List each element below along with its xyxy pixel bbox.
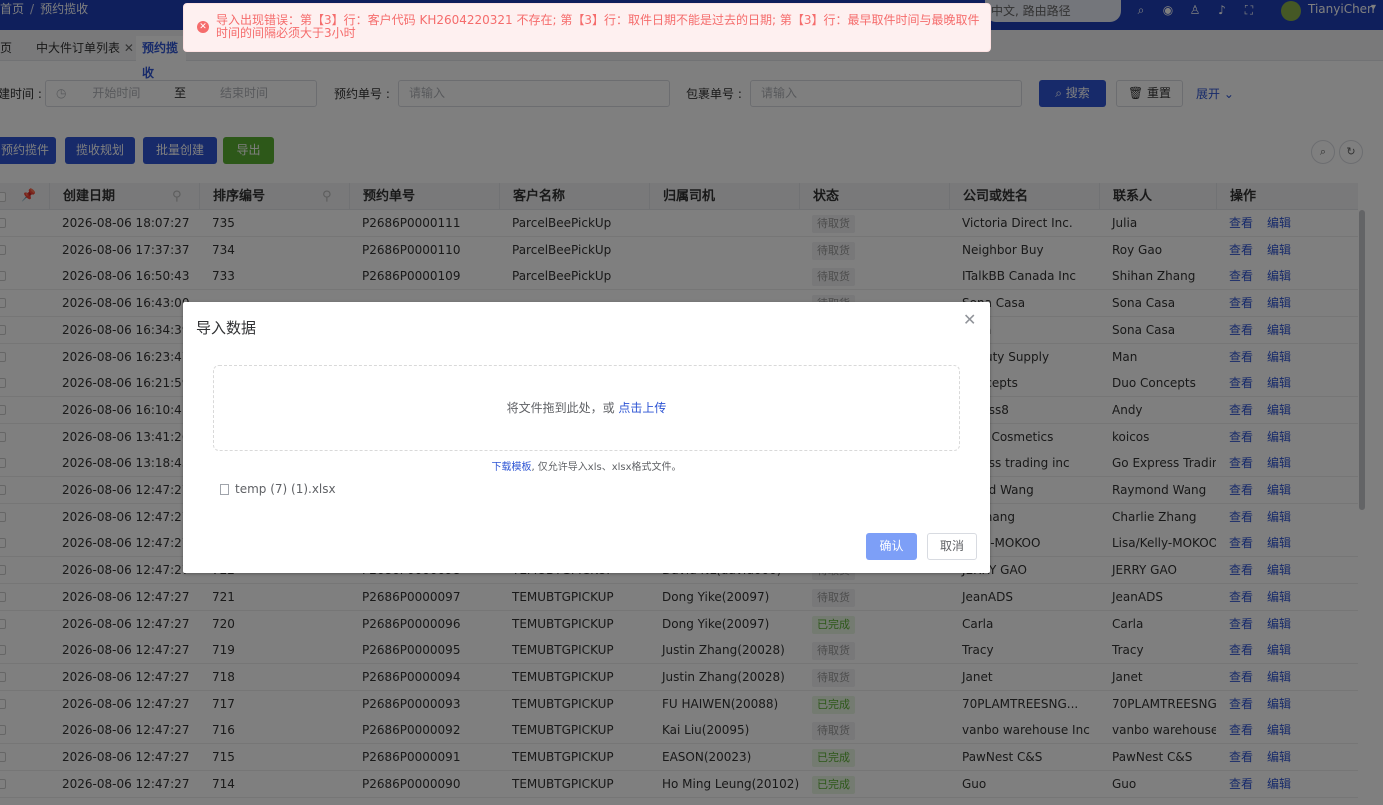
error-icon: ✕ [197, 21, 209, 33]
import-dialog: 导入数据 ✕ 将文件拖到此处，或 点击上传 下载模板, 仅允许导入xls、xls… [183, 302, 990, 573]
upload-tip: 下载模板, 仅允许导入xls、xlsx格式文件。 [183, 458, 990, 473]
cancel-button[interactable]: 取消 [927, 533, 977, 560]
confirm-button[interactable]: 确认 [866, 533, 917, 560]
file-name: temp (7) (1).xlsx [235, 482, 336, 496]
dialog-title: 导入数据 [196, 319, 257, 337]
error-message: ✕ 导入出现错误：第【3】行：客户代码 KH2604220321 不存在; 第【… [183, 3, 991, 52]
click-upload-link[interactable]: 点击上传 [618, 401, 666, 415]
drop-text: 将文件拖到此处，或 [506, 401, 615, 415]
error-text: 导入出现错误：第【3】行：客户代码 KH2604220321 不存在; 第【3】… [216, 13, 980, 40]
document-icon [220, 483, 229, 495]
upload-dropzone[interactable]: 将文件拖到此处，或 点击上传 [213, 365, 960, 451]
upload-tip-text: , 仅允许导入xls、xlsx格式文件。 [531, 462, 682, 473]
download-template-link[interactable]: 下载模板 [491, 462, 531, 473]
uploaded-file-item[interactable]: temp (7) (1).xlsx [220, 482, 336, 496]
close-icon[interactable]: ✕ [963, 310, 976, 329]
